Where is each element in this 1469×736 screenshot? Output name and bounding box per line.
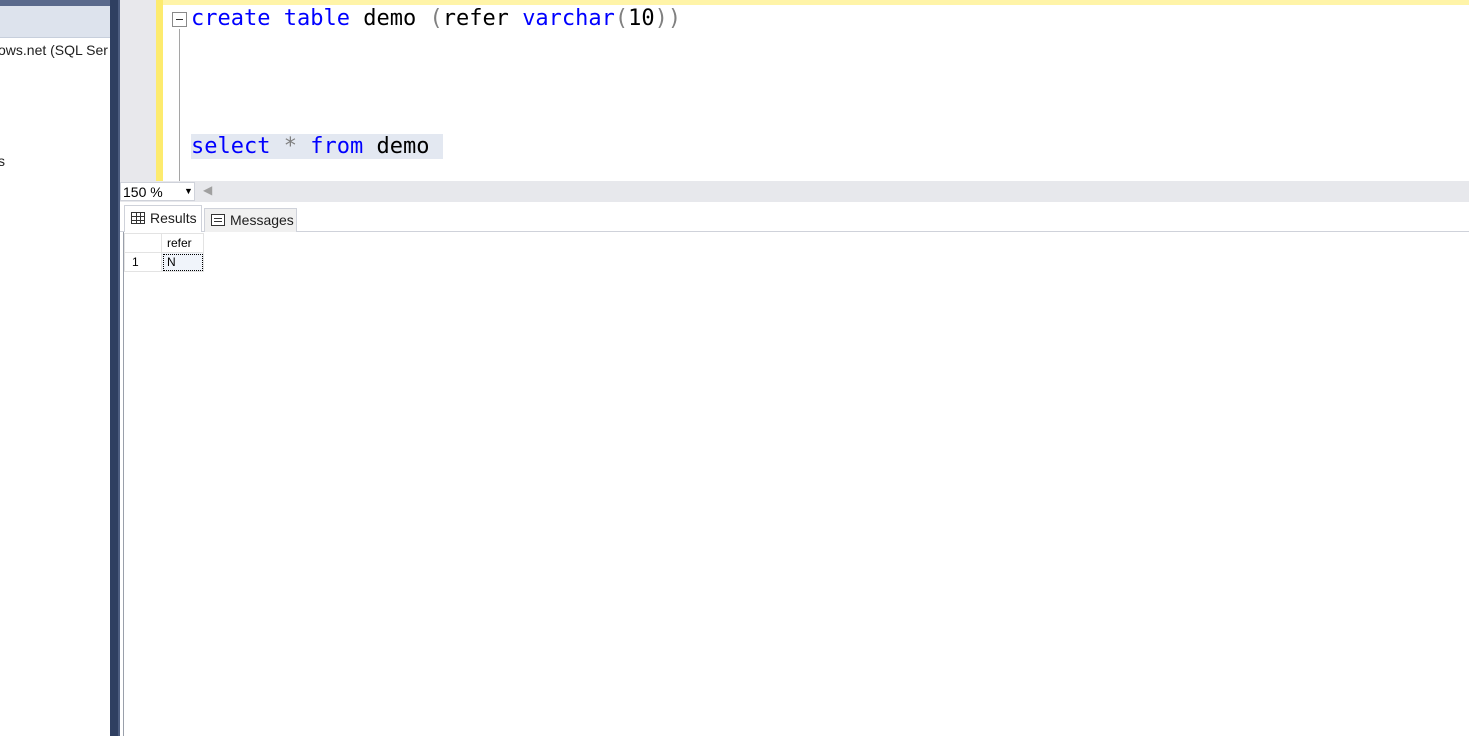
chevron-down-icon[interactable]: ▼: [184, 186, 193, 196]
identifier-refer: refer: [442, 6, 509, 31]
editor-gutter: [120, 0, 156, 181]
keyword-table: table: [283, 6, 350, 31]
object-explorer-title-band: [0, 0, 110, 6]
code-line-create-table[interactable]: create table demo (refer varchar(10)): [191, 3, 681, 35]
result-tabs: Results Messages: [120, 202, 1469, 233]
grid-header-row: refer: [124, 233, 204, 253]
grid-icon: [131, 212, 145, 224]
row-number[interactable]: 1: [124, 252, 162, 272]
paren-close: )): [654, 6, 682, 31]
explorer-server-node[interactable]: ows.net (SQL Ser: [0, 42, 108, 58]
outline-line: [179, 29, 180, 181]
grid-cell-refer[interactable]: N: [161, 252, 204, 272]
column-header-refer[interactable]: refer: [161, 233, 204, 253]
collapse-icon[interactable]: [172, 12, 187, 27]
zoom-dropdown[interactable]: 150 % ▼: [120, 182, 195, 201]
object-explorer-header: [0, 0, 110, 38]
tab-results-label: Results: [150, 210, 197, 226]
literal-size: 10: [628, 6, 655, 31]
keyword-varchar: varchar: [522, 6, 615, 31]
results-border: [123, 232, 124, 736]
results-grid[interactable]: refer 1 N: [124, 233, 204, 272]
scroll-left-icon[interactable]: ◀: [203, 183, 212, 197]
paren-open-2: (: [614, 6, 629, 31]
tab-messages[interactable]: Messages: [204, 208, 297, 232]
code-line-select[interactable]: select * from demo: [191, 131, 444, 163]
keyword-create: create: [191, 6, 271, 31]
messages-icon: [211, 214, 225, 226]
tab-messages-label: Messages: [230, 212, 294, 228]
explorer-tree-node[interactable]: s: [0, 153, 5, 169]
identifier-demo: demo: [363, 6, 417, 31]
change-tracking-bar: [156, 0, 163, 181]
editor-status-bar: 150 % ▼ ◀: [120, 181, 1469, 202]
paren-open: (: [429, 6, 443, 31]
zoom-value: 150 %: [123, 184, 163, 200]
operator-star: *: [283, 134, 297, 159]
keyword-from: from: [310, 134, 364, 159]
grid-corner-cell[interactable]: [124, 233, 162, 253]
object-explorer-panel: ows.net (SQL Ser s: [0, 0, 110, 736]
query-editor[interactable]: create table demo (refer varchar(10)) se…: [120, 0, 1469, 181]
results-pane: refer 1 N: [120, 232, 1469, 736]
identifier-demo-2: demo: [376, 134, 430, 159]
table-row: 1 N: [124, 252, 204, 272]
keyword-select: select: [191, 134, 271, 159]
selected-text: select * from demo: [191, 134, 444, 159]
tab-results[interactable]: Results: [124, 205, 202, 233]
